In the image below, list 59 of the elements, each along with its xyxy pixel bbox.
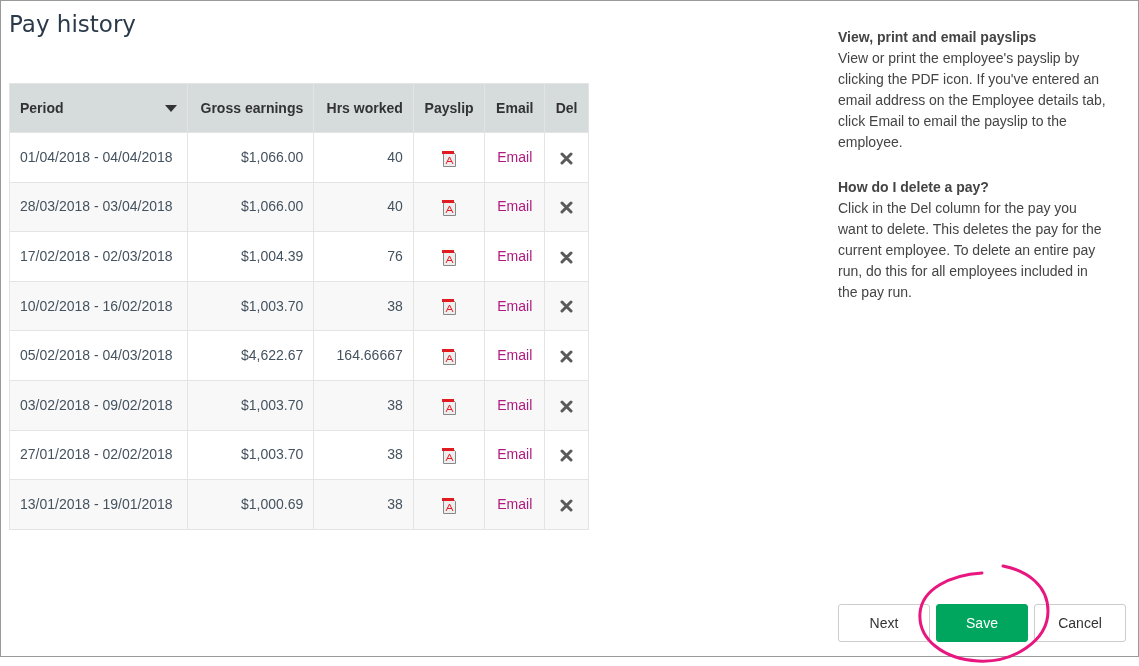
delete-icon[interactable] (560, 300, 574, 314)
delete-icon[interactable] (560, 250, 574, 264)
column-header[interactable]: Gross earnings (187, 83, 314, 133)
gross-earnings-cell: $4,622.67 (187, 330, 314, 381)
period-cell: 17/02/2018 - 02/03/2018 (9, 231, 188, 282)
gross-earnings-cell: $1,066.00 (187, 182, 314, 232)
gross-earnings-cell: $1,003.70 (187, 380, 314, 431)
email-link[interactable]: Email (497, 495, 533, 512)
help-heading: How do I delete a pay? (838, 178, 990, 197)
period-cell: 27/01/2018 - 02/02/2018 (9, 430, 188, 480)
gross-earnings-cell: $1,000.69 (187, 479, 314, 530)
hours-cell: 38 (313, 380, 414, 431)
delete-icon[interactable] (560, 349, 574, 363)
hours-cell: 76 (313, 231, 414, 282)
hours-cell: 38 (313, 281, 414, 331)
delete-icon[interactable] (560, 498, 574, 512)
sort-caret-icon[interactable] (164, 104, 177, 112)
help-heading: View, print and email payslips (838, 28, 1038, 47)
column-header[interactable]: Hrs worked (313, 83, 414, 133)
pdf-icon[interactable] (441, 347, 457, 365)
period-cell: 13/01/2018 - 19/01/2018 (9, 479, 188, 530)
delete-icon[interactable] (560, 449, 574, 463)
gross-earnings-cell: $1,003.70 (187, 430, 314, 480)
help-paragraph: View or print the employee's payslip by clicking the PDF icon. If you've entered an email address on the Employee details tab, click Email to email the payslip to the employee. (838, 49, 1107, 152)
delete-icon[interactable] (560, 399, 574, 413)
pdf-icon[interactable] (441, 397, 457, 415)
period-cell: 03/02/2018 - 09/02/2018 (9, 380, 188, 431)
action-button[interactable]: Cancel (1034, 604, 1126, 642)
email-link[interactable]: Email (497, 396, 533, 413)
hours-cell: 164.66667 (313, 330, 414, 381)
delete-icon[interactable] (560, 201, 574, 215)
pdf-icon[interactable] (441, 248, 457, 266)
email-link[interactable]: Email (497, 347, 533, 364)
page-title: Pay history (9, 10, 137, 39)
column-header[interactable]: Del (544, 83, 589, 133)
column-header[interactable]: Period (20, 97, 64, 119)
gross-earnings-cell: $1,003.70 (187, 281, 314, 331)
pdf-icon[interactable] (441, 199, 457, 217)
hours-cell: 40 (313, 132, 414, 183)
gross-earnings-cell: $1,004.39 (187, 231, 314, 282)
period-cell: 10/02/2018 - 16/02/2018 (9, 281, 188, 331)
hours-cell: 38 (313, 430, 414, 480)
pdf-icon[interactable] (441, 496, 457, 514)
period-cell: 28/03/2018 - 03/04/2018 (9, 182, 188, 232)
period-cell: 01/04/2018 - 04/04/2018 (9, 132, 188, 183)
email-link[interactable]: Email (497, 248, 533, 264)
gross-earnings-cell: $1,066.00 (187, 132, 314, 183)
hours-cell: 40 (313, 182, 414, 232)
hours-cell: 38 (313, 479, 414, 530)
pdf-icon[interactable] (441, 298, 457, 316)
pdf-icon[interactable] (441, 149, 457, 167)
delete-icon[interactable] (560, 151, 574, 165)
email-link[interactable]: Email (497, 148, 533, 165)
column-header[interactable]: Email (484, 83, 545, 133)
action-button[interactable]: Next (838, 604, 930, 642)
column-header[interactable]: Payslip (413, 83, 485, 133)
period-cell: 05/02/2018 - 04/03/2018 (9, 330, 188, 381)
pdf-icon[interactable] (441, 447, 457, 465)
help-paragraph: Click in the Del column for the pay you want to delete. This deletes the pay for the current employee. To delete an entire pay run, do this for all employees included in the pay run. (838, 199, 1103, 302)
